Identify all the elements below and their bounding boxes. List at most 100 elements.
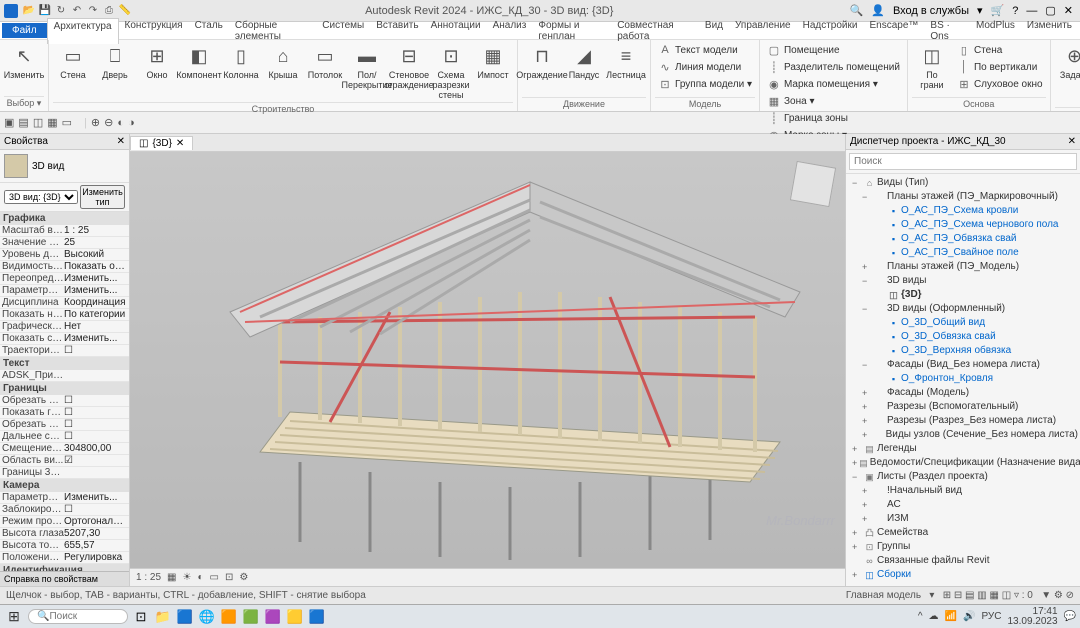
start-button[interactable]: ⊞ bbox=[4, 607, 24, 627]
app-icon[interactable]: 🟩 bbox=[242, 608, 260, 626]
tree-node[interactable]: +Виды узлов (Сечение_Без номера листа) bbox=[848, 428, 1078, 442]
ob-icon[interactable]: ▦ bbox=[47, 116, 57, 129]
help-q-icon[interactable]: ? bbox=[1009, 5, 1021, 17]
ribbon-button[interactable]: ⊞Окно bbox=[137, 42, 177, 82]
tree-node[interactable]: +凸Семейства bbox=[848, 526, 1078, 540]
property-row[interactable]: Смещение д...304800,00 bbox=[0, 443, 129, 455]
tree-node[interactable]: ▪О_Фронтон_Кровля bbox=[848, 372, 1078, 386]
property-row[interactable]: Высота глаза5207,30 bbox=[0, 528, 129, 540]
revit-task-icon[interactable]: 🟦 bbox=[308, 608, 326, 626]
tree-node[interactable]: −Планы этажей (ПЭ_Маркировочный) bbox=[848, 190, 1078, 204]
qat-open-icon[interactable]: 📂 bbox=[22, 4, 36, 18]
tree-node[interactable]: +!Начальный вид bbox=[848, 484, 1078, 498]
ribbon-button[interactable]: ≡Лестница bbox=[606, 42, 646, 82]
ob-icon[interactable]: ◐ bbox=[117, 117, 124, 129]
tree-node[interactable]: −⌂Виды (Тип) bbox=[848, 176, 1078, 190]
qat-redo-icon[interactable]: ↷ bbox=[86, 4, 100, 18]
tree-node[interactable]: +◫Сборки bbox=[848, 568, 1078, 582]
chrome-icon[interactable]: 🌐 bbox=[198, 608, 216, 626]
ribbon-button[interactable]: ↖Изменить bbox=[4, 42, 44, 82]
property-row[interactable]: Обрезать вид☐ bbox=[0, 395, 129, 407]
view-tab[interactable]: ◫ {3D} ✕ bbox=[130, 136, 193, 150]
property-row[interactable]: Показать гра...☐ bbox=[0, 407, 129, 419]
ribbon-button[interactable]: ◢Пандус bbox=[564, 42, 604, 82]
qat-sync-icon[interactable]: ↻ bbox=[54, 4, 68, 18]
close-panel-icon[interactable]: ✕ bbox=[1068, 136, 1076, 147]
ribbon-small-button[interactable]: ◉Марка помещения ▾ bbox=[764, 76, 903, 92]
property-row[interactable]: Масштаб вида1 : 25 bbox=[0, 225, 129, 237]
property-row[interactable]: Положение к...Регулировка bbox=[0, 552, 129, 564]
search-icon[interactable]: 🔍 bbox=[847, 4, 867, 17]
app-icon[interactable]: 🟨 bbox=[286, 608, 304, 626]
app-icon[interactable]: 🟪 bbox=[264, 608, 282, 626]
property-row[interactable]: Заблокирова...☐ bbox=[0, 504, 129, 516]
tree-node[interactable]: ▪О_АС_ПЭ_Схема кровли bbox=[848, 204, 1078, 218]
tree-node[interactable]: +Разрезы (Вспомогательный) bbox=[848, 400, 1078, 414]
property-row[interactable]: ADSK_Приме... bbox=[0, 370, 129, 382]
property-row[interactable]: Переопредел...Изменить... bbox=[0, 273, 129, 285]
close-panel-icon[interactable]: ✕ bbox=[117, 136, 125, 147]
edit-type-button[interactable]: Изменить тип bbox=[80, 185, 125, 209]
ribbon-button[interactable]: ◧Компонент bbox=[179, 42, 219, 82]
ribbon-button[interactable]: ▬Пол/Перекрытие bbox=[347, 42, 387, 92]
tree-node[interactable]: +АС bbox=[848, 498, 1078, 512]
taskview-icon[interactable]: ⊡ bbox=[132, 608, 150, 626]
ribbon-small-button[interactable]: ▦Зона ▾ bbox=[764, 93, 903, 109]
tree-node[interactable]: ▪О_3D_Верхняя обвязка bbox=[848, 344, 1078, 358]
ribbon-small-button[interactable]: ∿Линия модели bbox=[655, 59, 755, 75]
tray-lang[interactable]: РУС bbox=[981, 611, 1001, 622]
scale-label[interactable]: 1 : 25 bbox=[136, 572, 161, 583]
app-icon[interactable]: 🟧 bbox=[220, 608, 238, 626]
tab-close-icon[interactable]: ✕ bbox=[176, 138, 184, 149]
properties-grid[interactable]: ГрафикаМасштаб вида1 : 25Значение ма...2… bbox=[0, 212, 129, 571]
ribbon-small-button[interactable]: ▢Помещение bbox=[764, 42, 903, 58]
ob-icon[interactable]: ▭ bbox=[62, 116, 72, 129]
ob-icon[interactable]: ⊖ bbox=[104, 116, 113, 129]
tree-node[interactable]: +⊡Группы bbox=[848, 540, 1078, 554]
user-icon[interactable]: 👤 bbox=[868, 4, 888, 17]
minimize-icon[interactable]: — bbox=[1023, 5, 1040, 17]
vb-icon[interactable]: ⊡ bbox=[225, 572, 233, 583]
property-row[interactable]: Траектория с...☐ bbox=[0, 345, 129, 357]
vb-icon[interactable]: ⚙ bbox=[239, 572, 248, 583]
tree-node[interactable]: +ИЗМ bbox=[848, 512, 1078, 526]
qat-measure-icon[interactable]: 📏 bbox=[118, 4, 132, 18]
tree-node[interactable]: ◫{3D} bbox=[848, 288, 1078, 302]
ribbon-button[interactable]: ▯Колонна bbox=[221, 42, 261, 82]
ribbon-small-button[interactable]: ┊Разделитель помещений bbox=[764, 59, 903, 75]
tree-node[interactable]: ∞Связанные файлы Revit bbox=[848, 554, 1078, 568]
qat-print-icon[interactable]: ⎙ bbox=[102, 4, 116, 18]
tree-node[interactable]: ▪О_АС_ПЭ_Схема чернового пола bbox=[848, 218, 1078, 232]
ribbon-button[interactable]: ⊟Стеновое ограждение bbox=[389, 42, 429, 92]
qat-undo-icon[interactable]: ↶ bbox=[70, 4, 84, 18]
tray-chevron-icon[interactable]: ^ bbox=[918, 611, 923, 622]
ribbon-small-button[interactable]: │По вертикали bbox=[954, 59, 1046, 75]
taskbar-search[interactable]: 🔍 bbox=[28, 609, 128, 624]
property-row[interactable]: Дальнее секу...☐ bbox=[0, 431, 129, 443]
ob-icon[interactable]: ◫ bbox=[33, 116, 43, 129]
tree-node[interactable]: ▪О_3D_Обвязка свай bbox=[848, 330, 1078, 344]
ribbon-button[interactable]: ◫По грани bbox=[912, 42, 952, 92]
ob-icon[interactable]: ⊕ bbox=[91, 116, 100, 129]
cart-icon[interactable]: 🛒 bbox=[988, 4, 1008, 17]
login-label[interactable]: Вход в службы bbox=[890, 5, 972, 17]
close-icon[interactable]: ✕ bbox=[1061, 4, 1076, 17]
ribbon-button[interactable]: ⊓Ограждение bbox=[522, 42, 562, 82]
property-row[interactable]: Значение ма...25 bbox=[0, 237, 129, 249]
tray-volume-icon[interactable]: 🔊 bbox=[963, 611, 975, 622]
ribbon-button[interactable]: ▭Стена bbox=[53, 42, 93, 82]
vb-icon[interactable]: ▭ bbox=[210, 572, 219, 583]
tray-cloud-icon[interactable]: ☁ bbox=[929, 611, 939, 622]
app-icon[interactable]: 🟦 bbox=[176, 608, 194, 626]
vb-icon[interactable]: ▦ bbox=[167, 572, 176, 583]
ribbon-small-button[interactable]: ⊞Слуховое окно bbox=[954, 76, 1046, 92]
qat-save-icon[interactable]: 💾 bbox=[38, 4, 52, 18]
tree-node[interactable]: +Фасады (Модель) bbox=[848, 386, 1078, 400]
ob-icon[interactable]: ▤ bbox=[18, 116, 28, 129]
property-row[interactable]: Графически...Нет bbox=[0, 321, 129, 333]
view-selector[interactable]: 3D вид: {3D} bbox=[4, 190, 78, 204]
property-row[interactable]: Показать не...По категории bbox=[0, 309, 129, 321]
tree-node[interactable]: −▣Листы (Раздел проекта) bbox=[848, 470, 1078, 484]
ribbon-button[interactable]: ▦Импост bbox=[473, 42, 513, 82]
tree-node[interactable]: ▪О_3D_Общий вид bbox=[848, 316, 1078, 330]
